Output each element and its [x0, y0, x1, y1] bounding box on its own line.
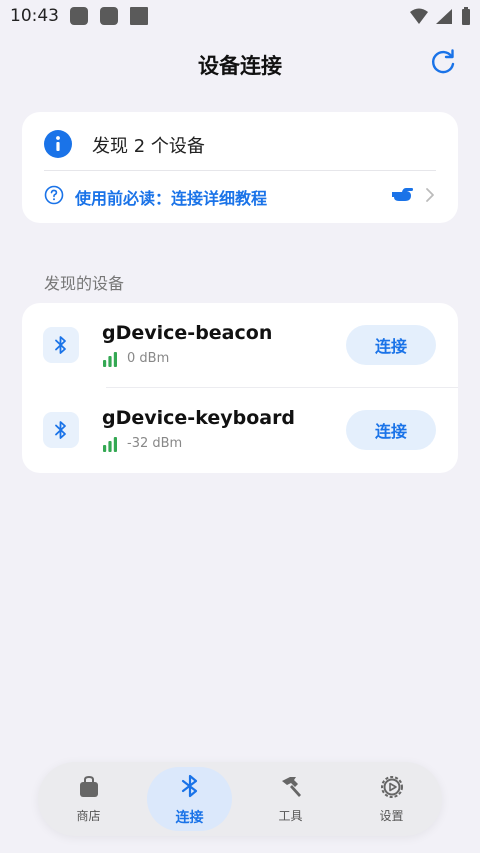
settings-gear-icon	[380, 776, 403, 798]
notification-icon	[130, 7, 148, 25]
notification-icon	[100, 7, 118, 25]
device-name: gDevice-keyboard	[102, 407, 296, 429]
bottom-navigation: 商店 连接 工具 设置	[38, 762, 442, 836]
notification-icon	[70, 7, 88, 25]
device-list: gDevice-beacon 0 dBm 连接 gDevice-keyboard…	[22, 303, 458, 473]
nav-item-store[interactable]: 商店	[46, 762, 131, 836]
bluetooth-icon	[55, 421, 66, 439]
pointing-hand-icon	[392, 188, 413, 201]
nav-label: 工具	[278, 809, 303, 823]
connect-button[interactable]: 连接	[346, 410, 436, 450]
page-title: 设备连接	[198, 54, 282, 78]
discovery-info-card: 发现 2 个设备 使用前必读：连接详细教程	[22, 112, 458, 223]
bluetooth-icon	[55, 336, 66, 354]
devices-found-text: 发现 2 个设备	[92, 136, 205, 157]
device-row-beacon[interactable]: gDevice-beacon 0 dBm 连接	[22, 303, 458, 388]
shopping-bag-icon	[79, 775, 98, 797]
nav-label: 连接	[175, 810, 204, 826]
device-name: gDevice-beacon	[102, 322, 273, 344]
device-rssi: -32 dBm	[127, 436, 183, 451]
signal-strength-icon	[103, 437, 117, 452]
status-bar: 10:43	[0, 0, 480, 34]
nav-item-tools[interactable]: 工具	[248, 762, 333, 836]
nav-label: 商店	[76, 809, 101, 823]
nav-item-settings[interactable]: 设置	[349, 762, 434, 836]
chevron-right-icon	[426, 188, 434, 202]
wifi-icon	[410, 8, 428, 24]
help-circle-icon	[44, 185, 64, 205]
device-rssi: 0 dBm	[127, 351, 170, 366]
signal-strength-icon	[103, 352, 117, 367]
bluetooth-icon	[181, 774, 197, 798]
refresh-icon[interactable]	[428, 47, 458, 77]
help-tutorial-text: 使用前必读：连接详细教程	[75, 189, 268, 208]
device-type-badge	[43, 327, 79, 363]
connect-button[interactable]: 连接	[346, 325, 436, 365]
device-row-keyboard[interactable]: gDevice-keyboard -32 dBm 连接	[22, 388, 458, 473]
nav-label: 设置	[379, 809, 404, 823]
system-status-icons	[410, 7, 470, 25]
found-devices-section-label: 发现的设备	[44, 274, 125, 293]
cell-signal-icon	[436, 9, 452, 24]
divider	[44, 170, 436, 171]
device-type-badge	[43, 412, 79, 448]
nav-item-connect[interactable]: 连接	[147, 767, 232, 831]
hammer-icon	[281, 777, 301, 797]
status-time: 10:43	[10, 6, 59, 26]
info-icon	[44, 130, 72, 158]
battery-icon	[462, 9, 470, 25]
